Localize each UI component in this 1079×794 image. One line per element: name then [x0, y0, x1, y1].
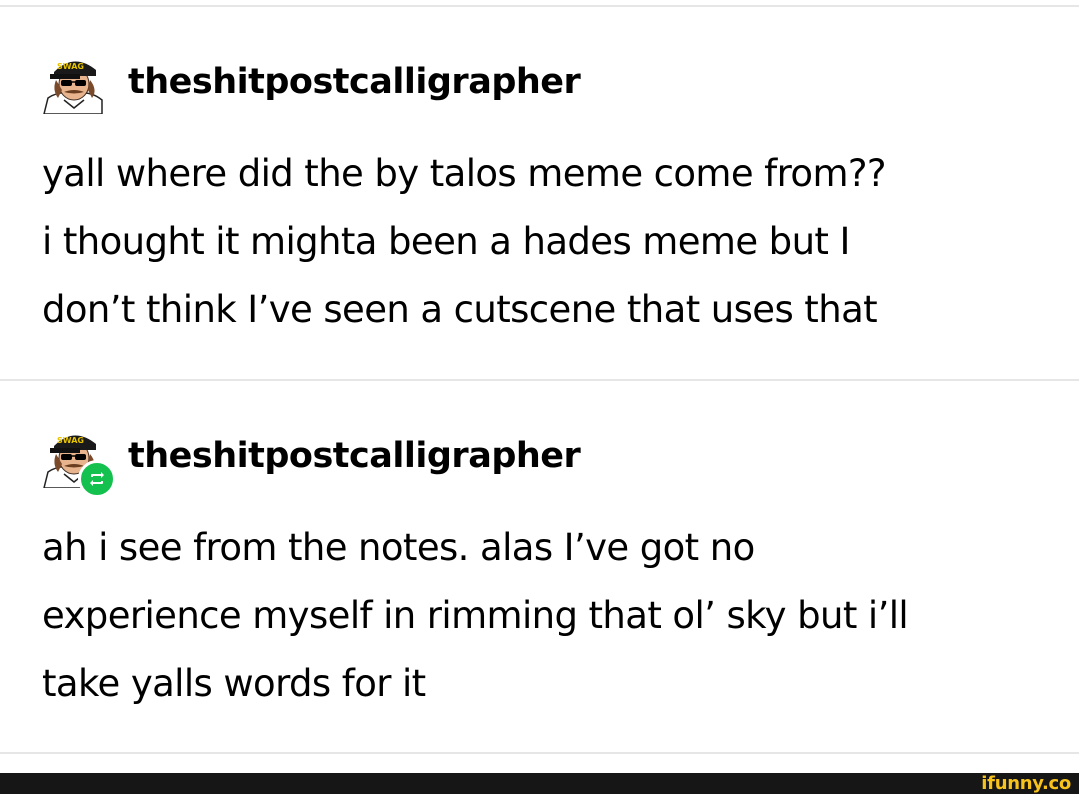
post-text-line: i thought it mighta been a hades meme bu…: [42, 220, 850, 263]
username[interactable]: theshitpostcalligrapher: [128, 436, 581, 476]
post-1-body: yall where did the by talos meme come fr…: [42, 140, 1052, 344]
post-text-line: yall where did the by talos meme come fr…: [42, 152, 887, 195]
avatar-hat-text: SWAG: [57, 436, 84, 445]
post-text-line: take yalls words for it: [42, 662, 426, 705]
avatar-hat-text: SWAG: [57, 62, 84, 71]
post-text-line: don’t think I’ve seen a cutscene that us…: [42, 288, 878, 331]
watermark-bar: ifunny.co: [0, 773, 1079, 794]
ifunny-watermark: ifunny.co: [981, 773, 1071, 794]
post-1-header: SWAG theshitpostcalligrapher: [40, 50, 581, 114]
avatar[interactable]: SWAG: [40, 50, 110, 114]
post-2-body: ah i see from the notes. alas I’ve got n…: [42, 514, 1052, 718]
post-text-line: ah i see from the notes. alas I’ve got n…: [42, 526, 755, 569]
divider-top: [0, 5, 1079, 7]
divider-bottom: [0, 752, 1079, 754]
post-2-header: SWAG theshitpostcalligrapher: [40, 424, 581, 498]
reblog-badge: [78, 460, 116, 498]
divider-middle: [0, 379, 1079, 381]
username[interactable]: theshitpostcalligrapher: [128, 62, 581, 102]
reblog-icon: [90, 472, 104, 486]
avatar-image: SWAG: [43, 61, 103, 114]
avatar[interactable]: SWAG: [40, 424, 116, 498]
post-text-line: experience myself in rimming that ol’ sk…: [42, 594, 909, 637]
